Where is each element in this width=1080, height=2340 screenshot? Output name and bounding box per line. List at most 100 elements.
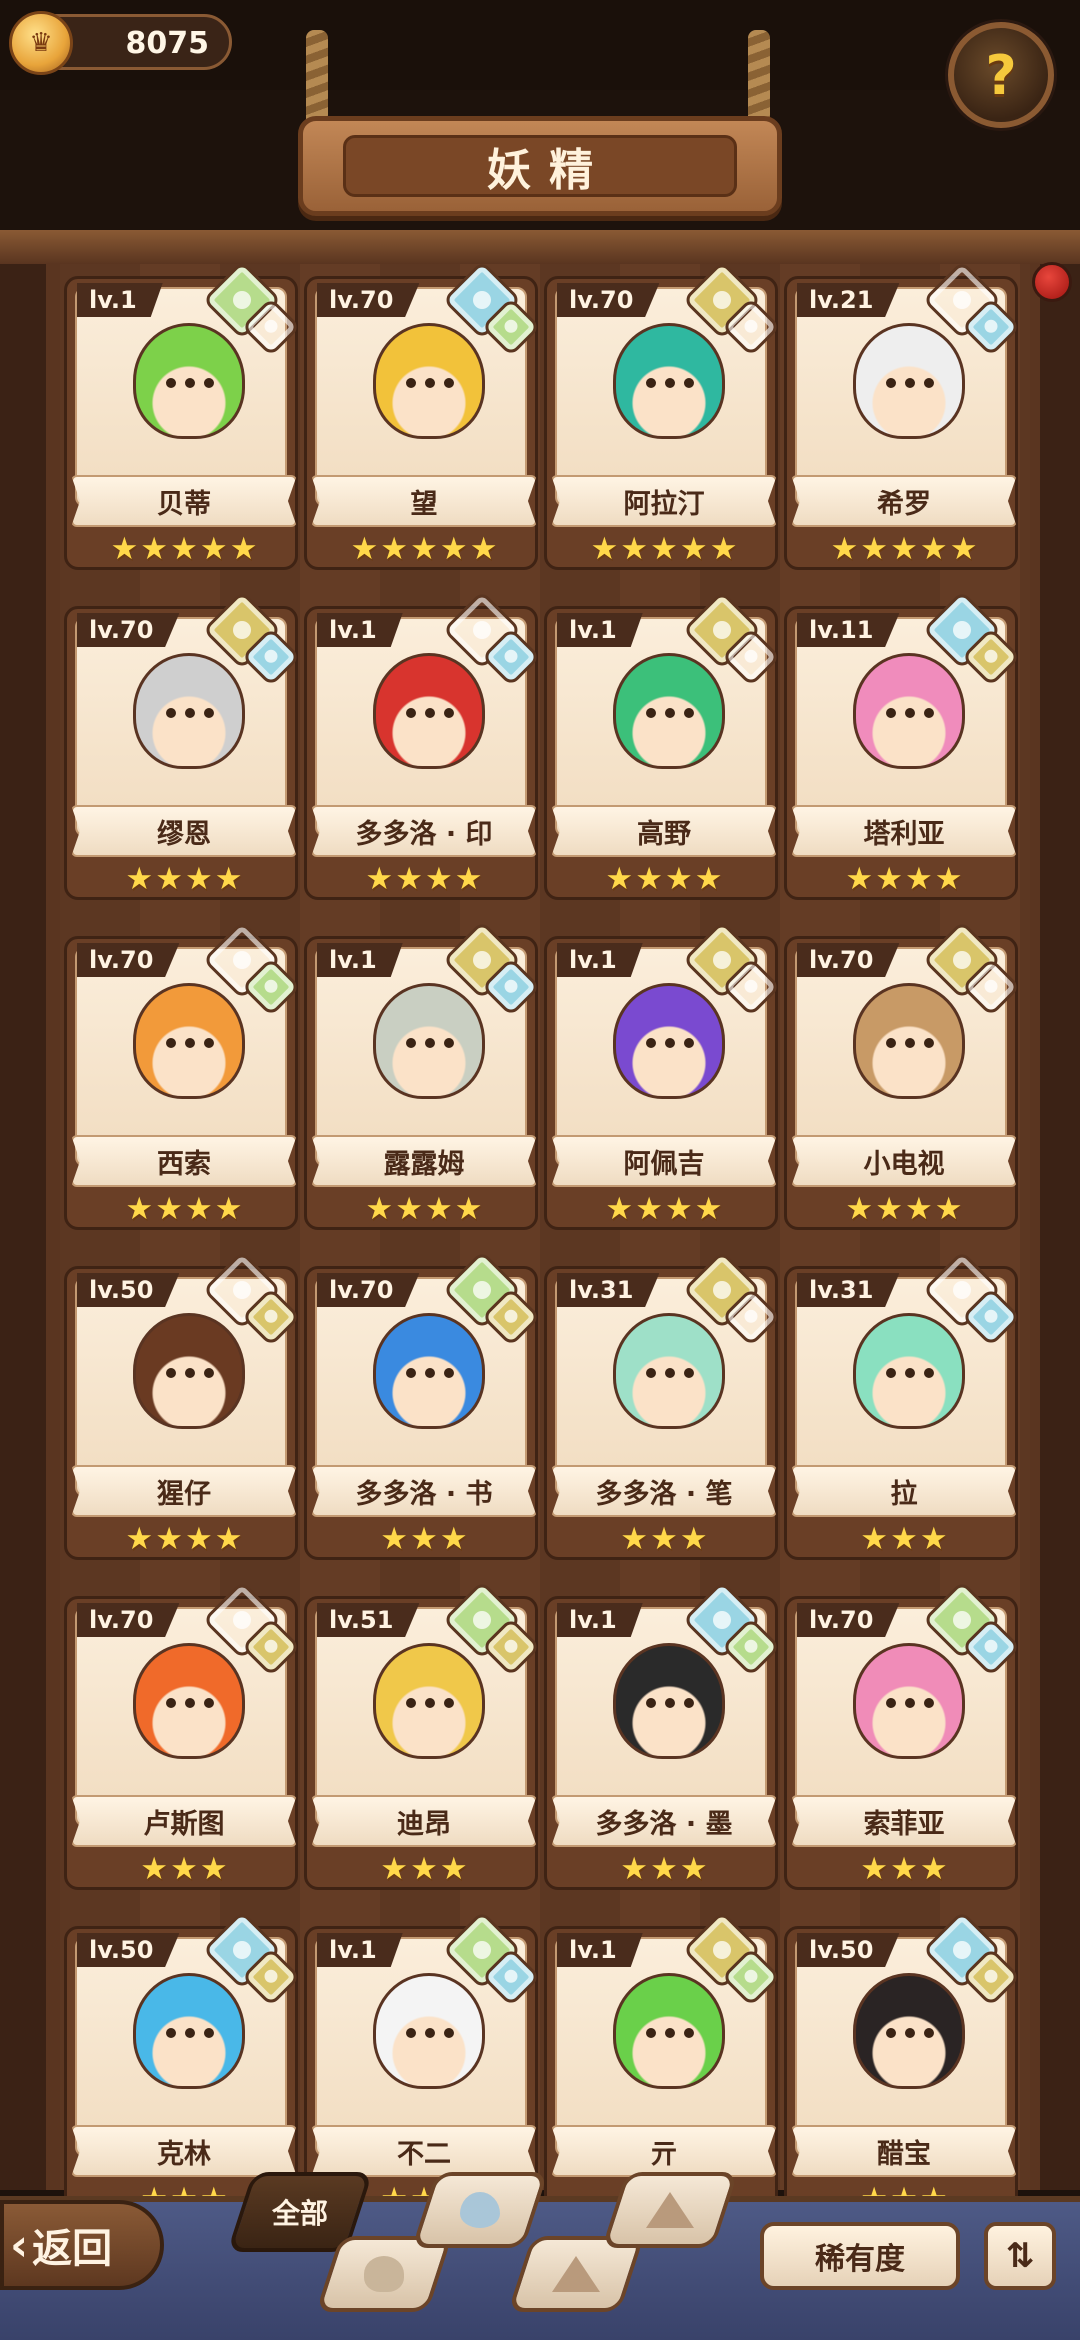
star-icon: ★ — [454, 860, 483, 897]
fairy-card[interactable]: lv.70 缪恩 ★ ★ ★ ★ — [64, 590, 301, 900]
star-icon: ★ — [620, 1850, 649, 1887]
fairy-card[interactable]: lv.11 塔利亚 ★ ★ ★ ★ — [784, 590, 1021, 900]
fairy-portrait — [853, 1973, 965, 2089]
fairy-card[interactable]: lv.70 小电视 ★ ★ ★ ★ — [784, 920, 1021, 1230]
fairy-portrait — [133, 1313, 245, 1429]
fairy-name: 多多洛 · 笔 — [551, 1465, 777, 1517]
fairy-card[interactable]: lv.50醋宝★★★ — [784, 1910, 1021, 2220]
star-icon: ★ — [650, 1850, 678, 1887]
level-tag: lv.1 — [557, 1603, 643, 1637]
fairy-portrait — [853, 1643, 965, 1759]
fairy-name: 不二 — [311, 2125, 537, 2177]
fairy-card[interactable]: lv.1 露露姆 ★ ★ ★ ★ — [304, 920, 541, 1230]
fairy-card[interactable]: lv.70 阿拉汀 ★ ★ ★ ★ ★ — [544, 260, 781, 570]
star-icon: ★ — [365, 860, 394, 897]
level-tag: lv.50 — [797, 1933, 900, 1967]
star-icon: ★ — [454, 1190, 483, 1227]
level-tag: lv.11 — [797, 613, 900, 647]
level-tag: lv.31 — [557, 1273, 660, 1307]
star-icon: ★ — [860, 1850, 889, 1887]
fairy-card[interactable]: lv.70 多多洛 · 书 ★ ★ ★ — [304, 1250, 541, 1560]
star-rating: ★ ★ ★ ★ — [307, 1189, 541, 1229]
fairy-card[interactable]: lv.70 索菲亚 ★ ★ ★ — [784, 1580, 1021, 1890]
fairy-card[interactable]: lv.31 拉 ★ ★ ★ — [784, 1250, 1021, 1560]
star-icon: ★ — [845, 1190, 874, 1227]
fairy-card[interactable]: lv.31 多多洛 · 笔 ★ ★ ★ — [544, 1250, 781, 1560]
fairy-card[interactable]: lv.50 猩仔 ★ ★ ★ ★ — [64, 1250, 301, 1560]
sprout-icon — [364, 2256, 404, 2292]
fairy-portrait — [373, 653, 485, 769]
fairy-card[interactable]: lv.21 希罗 ★ ★ ★ ★ ★ — [784, 260, 1021, 570]
fairy-name: 阿佩吉 — [551, 1135, 777, 1187]
level-tag: lv.50 — [77, 1273, 180, 1307]
star-rating: ★★★ — [787, 1519, 1021, 1559]
star-icon: ★ — [605, 860, 634, 897]
star-rating: ★ ★ ★ ★ — [307, 859, 541, 899]
star-icon: ★ — [650, 530, 678, 567]
level-tag: lv.1 — [557, 613, 643, 647]
help-button[interactable]: ? — [948, 22, 1054, 128]
star-icon: ★ — [679, 1850, 708, 1887]
question-sprout-icon: ? — [985, 43, 1017, 107]
fairy-name: 猩仔 — [71, 1465, 297, 1517]
fairy-name: 克林 — [71, 2125, 297, 2177]
star-icon: ★ — [665, 1190, 693, 1227]
fairy-name: 拉 — [791, 1465, 1017, 1517]
star-icon: ★ — [214, 1520, 243, 1557]
star-icon: ★ — [395, 1190, 423, 1227]
fairy-name: 缪恩 — [71, 805, 297, 857]
level-tag: lv.70 — [77, 1603, 180, 1637]
rarity-sort-button[interactable]: 稀有度 — [760, 2222, 960, 2290]
star-icon: ★ — [140, 530, 169, 567]
fairy-card[interactable]: lv.51 迪昂 ★ ★ ★ — [304, 1580, 541, 1890]
fairy-name: 迪昂 — [311, 1795, 537, 1847]
level-tag: lv.1 — [317, 613, 403, 647]
star-rating: ★ ★ ★ ★ — [67, 1189, 301, 1229]
star-icon: ★ — [620, 1520, 649, 1557]
star-icon: ★ — [125, 1520, 154, 1557]
fairy-portrait — [613, 1313, 725, 1429]
star-icon: ★ — [380, 1850, 409, 1887]
star-icon: ★ — [439, 530, 468, 567]
fairy-portrait — [373, 983, 485, 1099]
star-rating: ★ ★ ★ ★ ★ — [787, 529, 1021, 569]
water-drop-icon — [460, 2192, 500, 2228]
level-tag: lv.21 — [797, 283, 900, 317]
star-icon: ★ — [635, 860, 663, 897]
level-tag: lv.1 — [317, 1933, 403, 1967]
star-icon: ★ — [875, 860, 903, 897]
back-button[interactable]: ‹ 返回 — [0, 2200, 164, 2290]
star-icon: ★ — [170, 1850, 198, 1887]
fairy-name: 多多洛 · 印 — [311, 805, 537, 857]
fairy-portrait — [133, 1973, 245, 2089]
title-board: 妖精 — [298, 116, 782, 216]
sort-order-button[interactable]: ⇅ — [984, 2222, 1056, 2290]
fairy-name: 露露姆 — [311, 1135, 537, 1187]
fairy-card[interactable]: lv.1 多多洛 · 印 ★ ★ ★ ★ — [304, 590, 541, 900]
fairy-card[interactable]: lv.1 阿佩吉 ★ ★ ★ ★ — [544, 920, 781, 1230]
fairy-card[interactable]: lv.70 西索 ★ ★ ★ ★ — [64, 920, 301, 1230]
sort-icon: ⇅ — [1005, 2236, 1035, 2276]
star-icon: ★ — [350, 530, 379, 567]
fairy-name: 西索 — [71, 1135, 297, 1187]
star-rating: ★★★ — [547, 1519, 781, 1559]
star-icon: ★ — [919, 530, 948, 567]
fairy-portrait — [853, 653, 965, 769]
star-icon: ★ — [199, 530, 228, 567]
fairy-portrait — [133, 653, 245, 769]
fairy-card[interactable]: lv.70 望 ★ ★ ★ ★ ★ — [304, 260, 541, 570]
star-icon: ★ — [905, 860, 933, 897]
fairy-portrait — [133, 323, 245, 439]
star-icon: ★ — [860, 1520, 889, 1557]
fairy-name: 高野 — [551, 805, 777, 857]
fairy-card[interactable]: lv.70 卢斯图 ★ ★ ★ — [64, 1580, 301, 1890]
fairy-portrait — [373, 1313, 485, 1429]
star-icon: ★ — [380, 530, 409, 567]
fairy-card[interactable]: lv.1 多多洛 · 墨 ★ ★ ★ — [544, 1580, 781, 1890]
star-icon: ★ — [934, 860, 963, 897]
fairy-card[interactable]: lv.1 贝蒂 ★ ★ ★ ★ ★ — [64, 260, 301, 570]
star-rating: ★ ★ ★ ★ ★ — [67, 529, 301, 569]
fairy-card[interactable]: lv.1 高野 ★ ★ ★ ★ — [544, 590, 781, 900]
star-icon: ★ — [905, 1190, 933, 1227]
fairy-name: 卢斯图 — [71, 1795, 297, 1847]
